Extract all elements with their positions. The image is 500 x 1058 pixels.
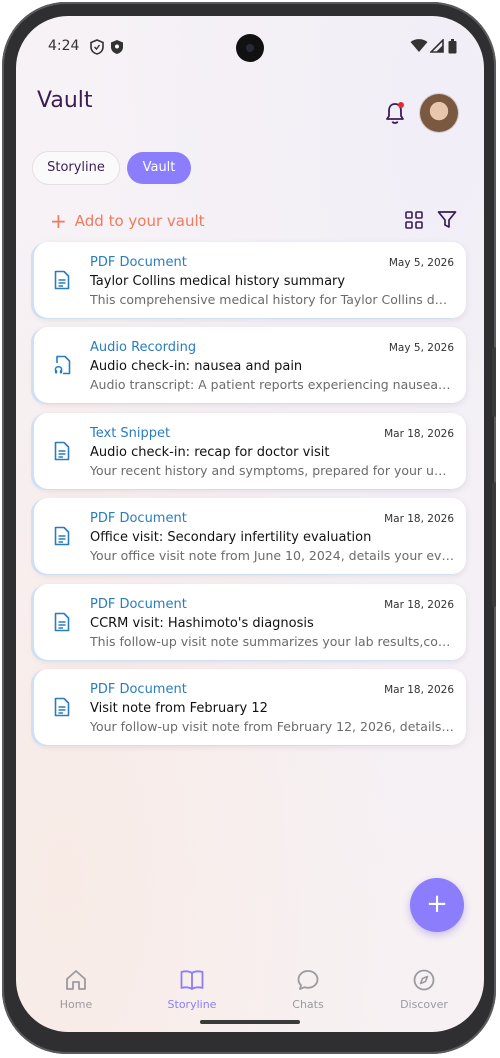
item-description: Audio transcript: A patient reports expe…: [90, 377, 454, 392]
document-icon: [54, 270, 70, 290]
item-title: Taylor Collins medical history summary: [90, 274, 346, 289]
nav-label: Storyline: [167, 998, 217, 1011]
notification-badge: [398, 102, 404, 108]
item-type: Text Snippet: [90, 426, 171, 441]
shield-icon: [90, 39, 104, 55]
grid-view-icon[interactable]: [405, 211, 423, 229]
add-to-vault-button[interactable]: + Add to your vault: [50, 209, 205, 233]
status-time: 4:24: [48, 38, 80, 54]
item-type: Audio Recording: [90, 340, 197, 355]
phone-frame: 4:24 Vault Storyline Vault + Add to your…: [2, 2, 496, 1054]
power-button: [492, 482, 496, 607]
item-date: Mar 18, 2026: [384, 513, 454, 525]
nav-label: Discover: [400, 998, 448, 1011]
item-title: CCRM visit: Hashimoto's diagnosis: [90, 616, 314, 631]
chat-icon: [297, 970, 319, 990]
item-type: PDF Document: [90, 597, 187, 612]
item-date: May 5, 2026: [388, 257, 454, 269]
item-description: This comprehensive medical history for T…: [90, 292, 454, 307]
signal-icon: [430, 39, 444, 53]
screen: 4:24 Vault Storyline Vault + Add to your…: [16, 16, 484, 1032]
wifi-icon: [410, 39, 428, 52]
list-item[interactable]: PDF Document Mar 18, 2026 Office visit: …: [34, 498, 466, 574]
document-icon: [54, 697, 70, 717]
item-date: Mar 18, 2026: [384, 599, 454, 611]
vpn-shield-icon: [111, 40, 123, 54]
volume-button: [492, 347, 496, 417]
document-icon: [54, 526, 70, 546]
item-title: Audio check-in: recap for doctor visit: [90, 445, 330, 460]
list-item[interactable]: PDF Document Mar 18, 2026 CCRM visit: Ha…: [34, 584, 466, 660]
document-icon: [54, 612, 70, 632]
item-title: Office visit: Secondary infertility eval…: [90, 530, 372, 545]
item-date: Mar 18, 2026: [384, 684, 454, 696]
item-description: Your recent history and symptoms, prepar…: [90, 463, 454, 478]
item-date: May 5, 2026: [388, 342, 454, 354]
item-description: Your office visit note from June 10, 202…: [90, 548, 454, 563]
list-item[interactable]: Audio Recording May 5, 2026 Audio check-…: [34, 327, 466, 403]
plus-icon: +: [50, 209, 67, 233]
item-type: PDF Document: [90, 682, 187, 697]
list-item[interactable]: PDF Document Mar 18, 2026 Visit note fro…: [34, 669, 466, 745]
item-date: Mar 18, 2026: [384, 428, 454, 440]
item-type: PDF Document: [90, 255, 187, 270]
item-description: Your follow-up visit note from February …: [90, 719, 454, 734]
battery-icon: [448, 39, 457, 54]
nav-item-discover[interactable]: Discover: [379, 968, 469, 1011]
tab-storyline[interactable]: Storyline: [33, 152, 119, 184]
nav-label: Chats: [292, 998, 324, 1011]
gesture-bar[interactable]: [200, 1020, 300, 1024]
item-title: Audio check-in: nausea and pain: [90, 359, 303, 374]
audio-file-icon: [54, 355, 71, 375]
book-icon: [180, 970, 204, 990]
list-item[interactable]: PDF Document May 5, 2026 Taylor Collins …: [34, 242, 466, 318]
filter-icon[interactable]: [437, 210, 457, 230]
item-type: PDF Document: [90, 511, 187, 526]
nav-item-home[interactable]: Home: [31, 968, 121, 1011]
avatar[interactable]: [420, 94, 458, 132]
tab-vault[interactable]: Vault: [127, 152, 191, 184]
item-description: This follow-up visit note summarizes you…: [90, 634, 454, 649]
list-item[interactable]: Text Snippet Mar 18, 2026 Audio check-in…: [34, 413, 466, 489]
page-title: Vault: [37, 88, 93, 113]
add-to-vault-label: Add to your vault: [74, 212, 205, 230]
front-camera: [236, 34, 264, 62]
item-title: Visit note from February 12: [90, 701, 268, 716]
home-icon: [66, 970, 86, 990]
nav-item-storyline[interactable]: Storyline: [147, 968, 237, 1011]
add-fab-button[interactable]: +: [410, 878, 464, 932]
document-icon: [54, 441, 70, 461]
nav-item-chats[interactable]: Chats: [263, 968, 353, 1011]
nav-label: Home: [59, 998, 93, 1011]
compass-icon: [413, 969, 435, 991]
